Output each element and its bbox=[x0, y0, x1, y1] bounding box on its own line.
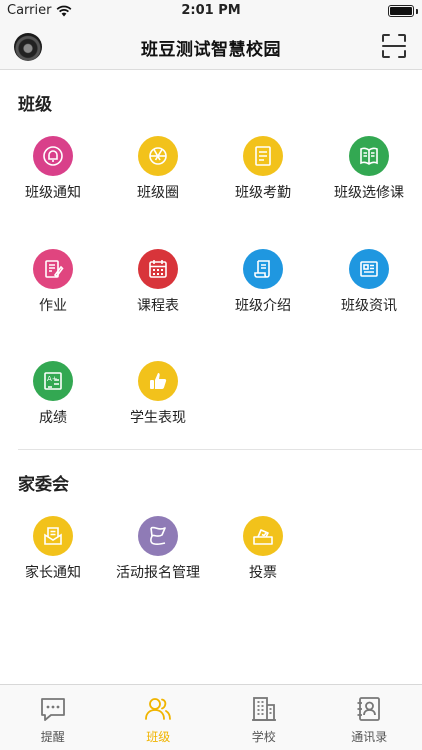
app-screen: Carrier 2:01 PM 班豆测试智慧校园 班级 班级通知 班级圈 班级考… bbox=[0, 0, 422, 750]
svg-text:A+: A+ bbox=[47, 375, 58, 383]
grid-item-class-elective[interactable]: 班级选修课 bbox=[316, 136, 422, 226]
scroll-icon bbox=[243, 249, 283, 289]
grid-item-vote[interactable]: 投票 bbox=[210, 516, 316, 606]
building-icon bbox=[251, 697, 276, 721]
homework-icon bbox=[33, 249, 73, 289]
ballot-icon bbox=[243, 516, 283, 556]
people-icon bbox=[145, 698, 172, 720]
page-title: 班豆测试智慧校园 bbox=[141, 40, 281, 60]
book-icon bbox=[349, 136, 389, 176]
section-title-class: 班级 bbox=[18, 95, 52, 115]
grid-label: 班级介绍 bbox=[235, 298, 291, 314]
tab-school[interactable]: 学校 bbox=[211, 685, 317, 750]
contacts-icon bbox=[357, 697, 381, 721]
grid-item-class-attendance[interactable]: 班级考勤 bbox=[210, 136, 316, 226]
grid-label: 学生表现 bbox=[130, 410, 186, 426]
tab-bar: 提醒 班级 学校 通讯录 bbox=[0, 684, 422, 750]
grid-label: 活动报名管理 bbox=[116, 565, 200, 581]
grid-label: 班级圈 bbox=[137, 185, 179, 201]
grid-item-class-intro[interactable]: 班级介绍 bbox=[210, 249, 316, 339]
bell-icon bbox=[33, 136, 73, 176]
aperture-icon bbox=[138, 136, 178, 176]
tab-reminders[interactable]: 提醒 bbox=[0, 685, 106, 750]
thumbs-up-icon bbox=[138, 361, 178, 401]
grid-item-grades[interactable]: A+ 成绩 bbox=[0, 361, 106, 451]
grid-label: 投票 bbox=[249, 565, 277, 581]
grid-item-homework[interactable]: 作业 bbox=[0, 249, 106, 339]
grid-label: 成绩 bbox=[39, 410, 67, 426]
section-title-committee: 家委会 bbox=[18, 475, 69, 495]
battery-icon bbox=[388, 5, 414, 17]
nav-bar: 班豆测试智慧校园 bbox=[0, 22, 422, 70]
grid-item-parent-notice[interactable]: 家长通知 bbox=[0, 516, 106, 606]
attendance-icon bbox=[243, 136, 283, 176]
calendar-icon bbox=[138, 249, 178, 289]
divider bbox=[18, 449, 422, 450]
grid-label: 班级考勤 bbox=[235, 185, 291, 201]
grade-icon: A+ bbox=[33, 361, 73, 401]
grid-item-class-circle[interactable]: 班级圈 bbox=[105, 136, 211, 226]
status-bar: Carrier 2:01 PM bbox=[0, 0, 422, 22]
grid-label: 班级通知 bbox=[25, 185, 81, 201]
tab-class[interactable]: 班级 bbox=[106, 685, 212, 750]
mail-icon bbox=[33, 516, 73, 556]
grid-item-student-performance[interactable]: 学生表现 bbox=[105, 361, 211, 451]
grid-label: 班级选修课 bbox=[334, 185, 404, 201]
grid-label: 课程表 bbox=[137, 298, 179, 314]
battery-fill bbox=[390, 7, 412, 15]
grid-item-timetable[interactable]: 课程表 bbox=[105, 249, 211, 339]
tab-label: 通讯录 bbox=[351, 730, 388, 744]
grid-label: 班级资讯 bbox=[341, 298, 397, 314]
grid-item-activity-signup[interactable]: 活动报名管理 bbox=[105, 516, 211, 606]
flag-icon bbox=[138, 516, 178, 556]
scan-icon[interactable] bbox=[381, 33, 407, 59]
chat-icon bbox=[40, 698, 65, 721]
grid-item-class-notice[interactable]: 班级通知 bbox=[0, 136, 106, 226]
tab-label: 学校 bbox=[251, 730, 276, 744]
grid-label: 家长通知 bbox=[25, 565, 81, 581]
tab-contacts[interactable]: 通讯录 bbox=[317, 685, 422, 750]
grid-label: 作业 bbox=[39, 298, 67, 314]
grid-item-class-news[interactable]: 班级资讯 bbox=[316, 249, 422, 339]
tab-label: 班级 bbox=[146, 730, 171, 744]
tab-label: 提醒 bbox=[40, 730, 65, 744]
news-icon bbox=[349, 249, 389, 289]
battery-tip bbox=[416, 9, 418, 14]
status-time: 2:01 PM bbox=[181, 3, 241, 18]
